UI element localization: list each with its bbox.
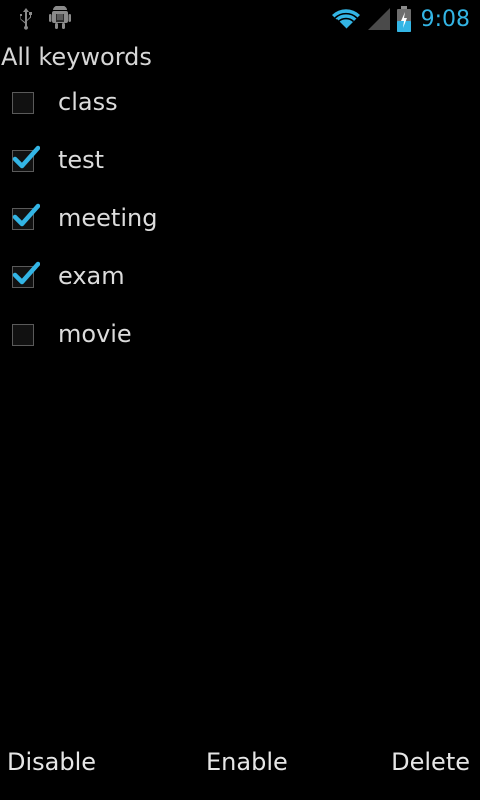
status-bar-notifications: [18, 6, 72, 32]
keyword-label: class: [58, 88, 118, 116]
status-bar-system: 9:08: [331, 4, 470, 34]
disable-button[interactable]: Disable: [7, 748, 96, 776]
keyword-item-3[interactable]: exam: [0, 249, 480, 307]
signal-icon: [367, 7, 391, 31]
keyword-item-1[interactable]: test: [0, 133, 480, 191]
keyword-item-2[interactable]: meeting: [0, 191, 480, 249]
keyword-checkbox[interactable]: [12, 203, 41, 230]
checkmark-icon: [12, 202, 41, 234]
battery-charging-icon: [396, 6, 411, 32]
keyword-item-4[interactable]: movie: [0, 307, 480, 365]
keyword-checkbox[interactable]: [12, 324, 34, 346]
keyword-list: class test meeting exam movie: [0, 75, 480, 365]
action-bar: Disable Enable Delete: [0, 730, 480, 800]
checkmark-icon: [12, 144, 41, 176]
delete-button[interactable]: Delete: [391, 748, 470, 776]
keyword-item-0[interactable]: class: [0, 75, 480, 133]
status-bar: 9:08: [0, 0, 480, 38]
keyword-checkbox[interactable]: [12, 261, 41, 288]
keyword-label: meeting: [58, 204, 158, 232]
list-title: All keywords: [1, 43, 152, 71]
usb-icon: [18, 7, 34, 31]
android-debug-icon: [48, 6, 72, 32]
checkmark-icon: [12, 260, 41, 292]
wifi-icon: [331, 7, 361, 31]
keyword-checkbox[interactable]: [12, 92, 34, 114]
keyword-label: movie: [58, 320, 132, 348]
keyword-label: exam: [58, 262, 125, 290]
status-time: 9:08: [420, 6, 470, 32]
enable-button[interactable]: Enable: [206, 748, 288, 776]
keyword-label: test: [58, 146, 105, 174]
keyword-checkbox[interactable]: [12, 145, 41, 172]
